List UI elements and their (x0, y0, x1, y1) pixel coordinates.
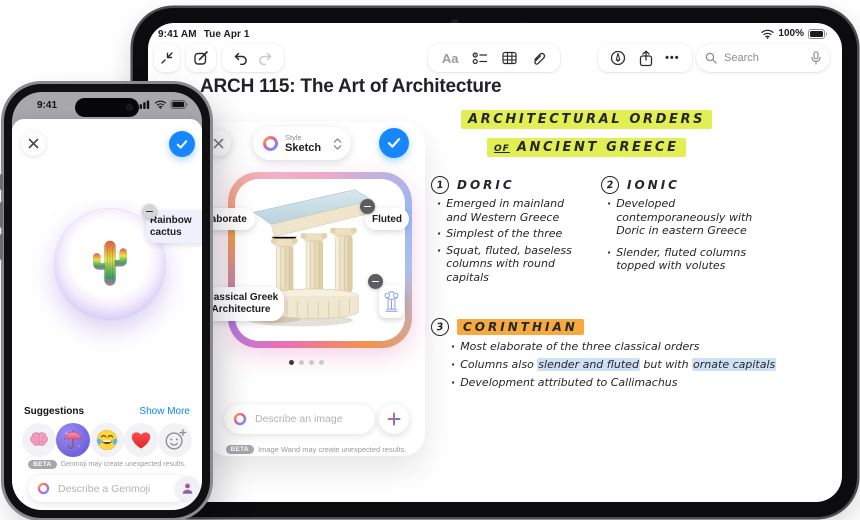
remove-fluted-button[interactable] (360, 199, 375, 214)
table-button[interactable] (502, 51, 517, 65)
sketch-reference-thumbnail[interactable] (379, 285, 404, 318)
person-icon (182, 483, 193, 494)
image-wand-disclaimer: BETA Image Wand may create unexpected re… (210, 445, 422, 454)
pager-dot[interactable] (319, 360, 324, 365)
ionic-title: IONIC (627, 178, 680, 192)
genmoji-close-button[interactable] (21, 131, 46, 156)
describe-genmoji-bar[interactable] (28, 475, 189, 502)
battery-percent: 100% (778, 28, 804, 39)
iphone-volume-down-button (0, 234, 3, 260)
highlight-slender-fluted: slender and fluted (537, 358, 640, 371)
checklist-button[interactable] (472, 51, 488, 65)
undo-redo-group (222, 44, 284, 72)
rainbow-cactus-genmoji (92, 240, 128, 286)
wifi-icon (154, 100, 166, 109)
corinthian-section: 3 CORINTHIAN · Most elaborate of the thre… (430, 317, 811, 393)
new-genmoji-button[interactable] (158, 423, 192, 457)
describe-genmoji-input[interactable] (56, 481, 180, 496)
describe-image-bar[interactable] (224, 404, 375, 434)
ipad-clock: 9:41 AM (158, 29, 197, 40)
beta-badge: BETA (28, 460, 57, 469)
text-format-button[interactable]: Aa (442, 51, 459, 66)
mic-icon[interactable] (811, 51, 821, 65)
describe-image-input[interactable] (253, 412, 366, 426)
wifi-icon (761, 29, 775, 39)
style-value: Sketch (285, 141, 322, 154)
highlight-ornate-capitals: ornate capitals (692, 358, 777, 371)
genmoji-sheet: Rainbow cactus Suggestions Show More BET… (12, 119, 202, 510)
collapse-toolbar-button[interactable] (154, 44, 180, 72)
doric-number: 1 (430, 175, 450, 195)
iphone-clock: 9:41 (37, 100, 58, 111)
suggestions-row (22, 423, 192, 457)
sketch-column-icon (384, 291, 399, 312)
pager-dot[interactable] (299, 360, 304, 365)
share-tools-group: ••• (598, 44, 692, 72)
share-icon[interactable] (639, 50, 653, 67)
battery-icon (170, 100, 188, 109)
search-input[interactable] (722, 51, 806, 65)
doric-title: DORIC (457, 178, 515, 192)
more-menu-button[interactable]: ••• (665, 52, 680, 64)
plus-icon (387, 412, 401, 426)
ionic-number: 2 (600, 175, 620, 195)
ipad-status-left: 9:41 AM Tue Apr 1 (158, 29, 250, 40)
style-label: Style (285, 132, 302, 142)
search-icon (705, 52, 717, 64)
image-pager-dots[interactable] (289, 360, 324, 365)
pager-dot[interactable] (309, 360, 314, 365)
style-rainbow-icon (262, 135, 279, 152)
style-selector[interactable]: Style Sketch (253, 127, 352, 160)
markup-pen-button[interactable] (610, 50, 626, 66)
chip-classical-greek[interactable]: Classical Greek Architecture (198, 287, 284, 321)
ipad-status-right: 100% (761, 28, 828, 39)
generated-image-card[interactable] (228, 172, 412, 348)
redo-button[interactable] (258, 52, 273, 65)
dynamic-island (75, 98, 139, 117)
ipad-screen: 9:41 AM Tue Apr 1 100% Aa ••• Search ARC… (148, 23, 842, 502)
notes-heading-line2: OF ANCIENT GREECE (487, 136, 686, 157)
remove-sketch-button[interactable] (368, 274, 383, 289)
iphone-action-button (0, 174, 3, 190)
apple-intelligence-icon (37, 482, 50, 495)
ipad-device: 9:41 AM Tue Apr 1 100% Aa ••• Search ARC… (133, 8, 857, 517)
corinthian-title: CORINTHIAN (457, 319, 584, 335)
pager-dot-active[interactable] (289, 360, 294, 365)
heart-emoji-button[interactable] (124, 423, 158, 457)
iphone-device: 9:41 Rainbow cactus Suggestions Show Mor… (0, 84, 210, 518)
chevron-up-down-icon (333, 137, 342, 151)
attach-paperclip-button[interactable] (531, 51, 546, 66)
apple-intelligence-icon (233, 412, 247, 426)
undo-button[interactable] (233, 52, 248, 65)
iphone-status-icons (136, 100, 189, 109)
compose-icon (193, 50, 209, 66)
format-tools-group: Aa (428, 44, 560, 72)
beta-badge: BETA (225, 445, 254, 454)
collapse-arrows-icon (160, 51, 174, 65)
corinthian-number: 3 (430, 317, 450, 337)
iphone-volume-up-button (0, 202, 3, 228)
battery-icon (808, 28, 828, 39)
front-camera-dot (126, 104, 133, 111)
doric-section: 1 DORIC · Emerged in mainland and Western… (430, 175, 591, 287)
suggestions-label: Suggestions (24, 406, 85, 417)
show-more-link[interactable]: Show More (139, 406, 190, 417)
iphone-screen: 9:41 Rainbow cactus Suggestions Show Mor… (12, 92, 202, 510)
ionic-section: 2 IONIC · Developed contemporaneously wit… (600, 175, 811, 276)
genmoji-accept-button[interactable] (169, 131, 195, 157)
ipad-date: Tue Apr 1 (203, 29, 250, 40)
search-field[interactable] (696, 44, 830, 72)
remove-prompt-button[interactable] (142, 204, 157, 219)
brain-emoji-button[interactable] (22, 423, 56, 457)
add-image-button[interactable] (379, 404, 409, 434)
note-title[interactable]: ARCH 115: The Art of Architecture (200, 76, 502, 98)
notes-heading-line1: ARCHITECTURAL ORDERS (461, 108, 713, 129)
umbrella-genmoji-button[interactable] (56, 423, 90, 457)
laughing-emoji-button[interactable] (90, 423, 124, 457)
compose-button[interactable] (186, 44, 216, 72)
accept-image-button[interactable] (379, 128, 409, 158)
person-genmoji-button[interactable] (175, 476, 200, 501)
genmoji-disclaimer: BETA Genmoji may create unexpected result… (12, 460, 202, 469)
